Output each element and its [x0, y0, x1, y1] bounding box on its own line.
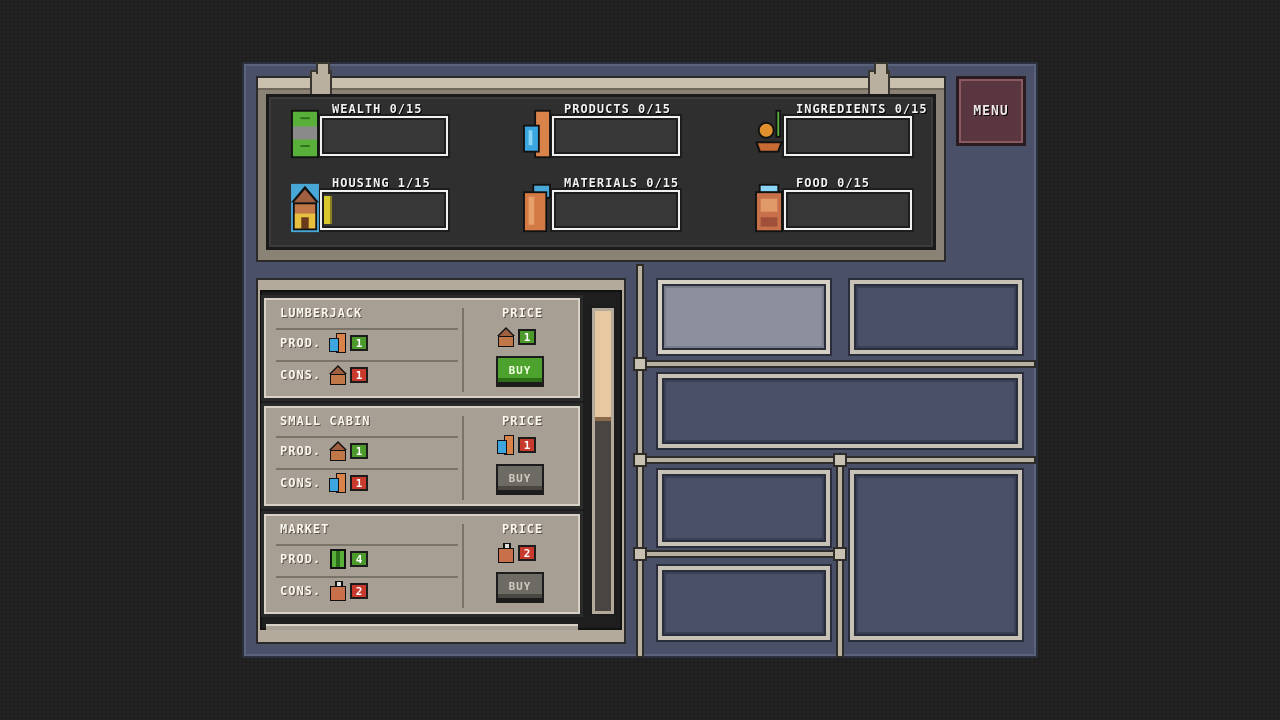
housing-bar-fill [324, 196, 332, 224]
product-icon [329, 333, 346, 353]
bag-icon [330, 581, 346, 601]
divider [462, 416, 464, 500]
buy-button[interactable]: BUY [496, 464, 544, 492]
empty-slot[interactable] [854, 474, 1018, 636]
prod-label: PROD. [280, 336, 322, 350]
cash-icon [330, 549, 346, 569]
prod-value: 1 [350, 443, 368, 459]
cons-label: CONS. [280, 476, 322, 490]
divider [276, 436, 458, 438]
pipe-horizontal [636, 550, 842, 558]
building-card-small-cabin: SMALL CABIN PROD. 1 CONS. 1 PRICE 1 BUY [264, 406, 580, 506]
scrollbar[interactable] [592, 308, 614, 614]
divider [276, 468, 458, 470]
divider [276, 360, 458, 362]
pipe-joint [633, 453, 647, 467]
food-bar [784, 190, 912, 230]
cons-value: 1 [350, 367, 368, 383]
prod-label: PROD. [280, 552, 322, 566]
building-card-lumberjack: LUMBERJACK PROD. 1 CONS. 1 PRICE 1 BUY [264, 298, 580, 398]
materials-bar [552, 190, 680, 230]
house-icon [497, 327, 515, 347]
empty-slot[interactable] [662, 378, 1018, 444]
price-label: PRICE [502, 306, 544, 320]
buy-button[interactable]: BUY [496, 572, 544, 600]
food-jar-icon [755, 183, 783, 233]
product-icon [497, 435, 514, 455]
divider [462, 308, 464, 392]
building-name: MARKET [280, 522, 330, 536]
pipe-joint [633, 357, 647, 371]
price-value: 1 [518, 329, 536, 345]
ingredients-icon [755, 109, 783, 153]
menu-button[interactable]: MENU [956, 76, 1026, 146]
empty-slot[interactable] [662, 474, 826, 542]
buy-button[interactable]: BUY [496, 356, 544, 384]
divider [276, 544, 458, 546]
building-name: SMALL CABIN [280, 414, 371, 428]
divider [276, 328, 458, 330]
food-label: FOOD 0/15 [796, 176, 871, 190]
building-card-partial [266, 624, 578, 630]
prod-label: PROD. [280, 444, 322, 458]
cons-value: 2 [350, 583, 368, 599]
products-bar [552, 116, 680, 156]
cons-label: CONS. [280, 368, 322, 382]
housing-label: HOUSING 1/15 [332, 176, 431, 190]
product-icon [329, 473, 346, 493]
products-label: PRODUCTS 0/15 [564, 102, 671, 116]
house-icon [329, 365, 347, 385]
price-value: 2 [518, 545, 536, 561]
empty-slot[interactable] [662, 284, 826, 350]
wealth-bar [320, 116, 448, 156]
pipe-horizontal [636, 360, 1036, 368]
divider [276, 576, 458, 578]
cons-label: CONS. [280, 584, 322, 598]
building-card-market: MARKET PROD. 4 CONS. 2 PRICE 2 BUY [264, 514, 580, 614]
pipe-joint [833, 453, 847, 467]
cons-value: 1 [350, 475, 368, 491]
materials-label: MATERIALS 0/15 [564, 176, 680, 190]
housing-bar [320, 190, 448, 230]
empty-slot[interactable] [662, 570, 826, 636]
log-icon [523, 183, 551, 233]
cash-icon [291, 109, 319, 159]
bag-icon [498, 543, 514, 563]
scrollbar-thumb[interactable] [595, 311, 611, 421]
prod-value: 4 [350, 551, 368, 567]
empty-slot[interactable] [854, 284, 1018, 350]
building-name: LUMBERJACK [280, 306, 363, 320]
divider [462, 524, 464, 608]
price-label: PRICE [502, 522, 544, 536]
wealth-label: WEALTH 0/15 [332, 102, 423, 116]
prod-value: 1 [350, 335, 368, 351]
price-label: PRICE [502, 414, 544, 428]
pipe-joint [633, 547, 647, 561]
house-icon [329, 441, 347, 461]
house-icon [291, 183, 319, 233]
pipe-joint [833, 547, 847, 561]
ingredients-bar [784, 116, 912, 156]
ingredients-label: INGREDIENTS 0/15 [796, 102, 928, 116]
product-icon [523, 109, 551, 159]
price-value: 1 [518, 437, 536, 453]
